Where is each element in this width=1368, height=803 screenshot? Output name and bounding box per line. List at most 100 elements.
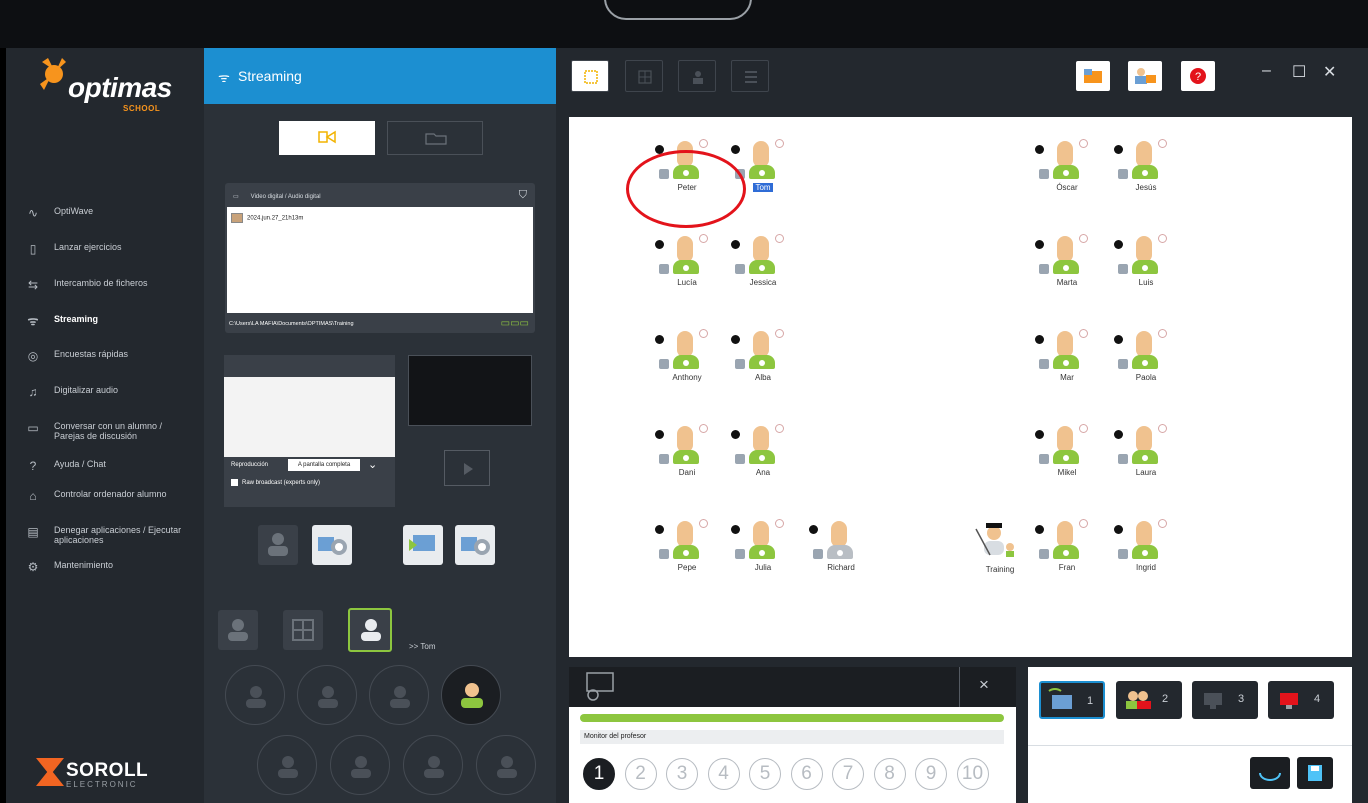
student-laura[interactable]: Laura [1114, 424, 1184, 488]
mic-muted-icon[interactable] [1158, 329, 1167, 338]
sidebar-item-denegar-aplicaciones-ejecutar[interactable]: ▤ Denegar aplicaciones / Ejecutar aplicaci… [26, 525, 181, 545]
stream-tool-4[interactable] [455, 525, 495, 565]
sidebar-item-lanzar-ejercicios[interactable]: ▯ Lanzar ejercicios [26, 242, 122, 256]
sidebar-item-conversar-con-un-alumno[interactable]: ▭ Conversar con un alumno / Parejas de dis… [26, 421, 162, 441]
mic-muted-icon[interactable] [699, 519, 708, 528]
circle-group-8[interactable] [476, 735, 536, 795]
sidebar-item-intercambio-de-ficheros[interactable]: ⇆ Intercambio de ficheros [26, 278, 148, 292]
reproduccion-select[interactable]: A pantalla completa [288, 459, 360, 471]
sidebar-item-controlar-ordenador-alumno[interactable]: ⌂ Controlar ordenador alumno [26, 489, 166, 503]
student-marta[interactable]: Marta [1035, 234, 1105, 298]
monitor-page-1[interactable]: 1 [583, 758, 615, 790]
student-jesús[interactable]: Jesús [1114, 139, 1184, 203]
student-pepe[interactable]: Pepe [655, 519, 725, 583]
student-luis[interactable]: Luis [1114, 234, 1184, 298]
mic-muted-icon[interactable] [699, 329, 708, 338]
view-grid-large[interactable] [571, 60, 609, 92]
mic-muted-icon[interactable] [1079, 424, 1088, 433]
group-button-1[interactable]: 1 [1039, 681, 1105, 719]
tab-files[interactable] [387, 121, 483, 155]
mode-wall[interactable] [283, 610, 323, 650]
student-mikel[interactable]: Mikel [1035, 424, 1105, 488]
view-list[interactable] [731, 60, 769, 92]
sidebar-item-ayuda-chat[interactable]: ? Ayuda / Chat [26, 459, 106, 473]
student-training[interactable]: Training [972, 519, 1042, 583]
monitor-page-2[interactable]: 2 [624, 758, 657, 790]
sidebar-item-mantenimiento[interactable]: ⚙ Mantenimiento [26, 560, 113, 574]
student-paola[interactable]: Paola [1114, 329, 1184, 393]
student-óscar[interactable]: Óscar [1035, 139, 1105, 203]
classroom-settings-button[interactable] [1076, 61, 1110, 91]
student-ingrid[interactable]: Ingrid [1114, 519, 1184, 583]
stream-tool-3[interactable] [403, 525, 443, 565]
sidebar-item-encuestas-rápidas[interactable]: ◎ Encuestas rápidas [26, 349, 128, 363]
mode-all[interactable] [218, 610, 258, 650]
view-student[interactable] [678, 60, 716, 92]
student-jessica[interactable]: Jessica [731, 234, 801, 298]
mic-muted-icon[interactable] [1158, 139, 1167, 148]
monitor-page-5[interactable]: 5 [749, 758, 781, 790]
circle-group-5[interactable] [257, 735, 317, 795]
mic-muted-icon[interactable] [699, 139, 708, 148]
student-ana[interactable]: Ana [731, 424, 801, 488]
monitor-page-9[interactable]: 9 [915, 758, 947, 790]
mic-muted-icon[interactable] [1158, 234, 1167, 243]
monitor-page-6[interactable]: 6 [790, 758, 823, 790]
mode-single-student[interactable] [348, 608, 392, 652]
mic-muted-icon[interactable] [1079, 139, 1088, 148]
chevron-down-icon[interactable]: ⌄ [368, 458, 377, 471]
monitor-page-3[interactable]: 3 [666, 758, 698, 790]
circle-group-7[interactable] [403, 735, 463, 795]
mic-muted-icon[interactable] [699, 234, 708, 243]
monitor-page-4[interactable]: 4 [707, 758, 740, 790]
student-richard[interactable]: Richard [809, 519, 879, 583]
close-button[interactable]: ✕ [1323, 62, 1336, 82]
stream-tool-1[interactable] [258, 525, 298, 565]
help-button[interactable]: ? [1181, 61, 1215, 91]
sidebar-item-digitalizar-audio[interactable]: ♫ Digitalizar audio [26, 385, 119, 399]
maximize-button[interactable]: ☐ [1292, 62, 1306, 82]
group-button-4[interactable]: 4 [1268, 681, 1334, 719]
sidebar-item-streaming[interactable]: ᯤ Streaming [26, 314, 99, 328]
student-fran[interactable]: Fran [1035, 519, 1105, 583]
minimize-button[interactable]: – [1262, 62, 1271, 80]
mic-muted-icon[interactable] [775, 139, 784, 148]
mic-muted-icon[interactable] [775, 424, 784, 433]
users-settings-button[interactable] [1128, 61, 1162, 91]
group-button-2[interactable]: 2 [1116, 681, 1182, 719]
stream-tool-2[interactable] [312, 525, 352, 565]
raw-broadcast-checkbox[interactable]: Raw broadcast (experts only) [231, 479, 320, 486]
student-lucía[interactable]: Lucía [655, 234, 725, 298]
monitor-page-10[interactable]: 10 [956, 758, 989, 790]
mic-muted-icon[interactable] [1079, 234, 1088, 243]
student-dani[interactable]: Dani [655, 424, 725, 488]
mic-muted-icon[interactable] [775, 329, 784, 338]
mic-muted-icon[interactable] [775, 519, 784, 528]
circle-group-1[interactable] [225, 665, 285, 725]
student-alba[interactable]: Alba [731, 329, 801, 393]
mic-muted-icon[interactable] [1158, 519, 1167, 528]
mic-muted-icon[interactable] [1079, 329, 1088, 338]
close-monitor-button[interactable]: × [979, 675, 989, 695]
mic-muted-icon[interactable] [1079, 519, 1088, 528]
circle-group-3[interactable] [369, 665, 429, 725]
monitor-page-7[interactable]: 7 [832, 758, 864, 790]
student-julia[interactable]: Julia [731, 519, 801, 583]
sidebar-item-optiwave[interactable]: ∿ OptiWave [26, 206, 93, 220]
circle-group-4[interactable] [441, 665, 501, 725]
save-button[interactable] [1297, 757, 1333, 789]
circle-group-2[interactable] [297, 665, 357, 725]
filter-icon[interactable]: ⛉ [519, 189, 527, 202]
mic-muted-icon[interactable] [699, 424, 708, 433]
group-button-3[interactable]: 3 [1192, 681, 1258, 719]
play-button[interactable] [444, 450, 490, 486]
tab-broadcast[interactable] [279, 121, 375, 155]
list-item[interactable]: 2024.jun.27_21h13m [231, 213, 303, 223]
monitor-page-8[interactable]: 8 [873, 758, 906, 790]
student-mar[interactable]: Mar [1035, 329, 1105, 393]
folder-actions-icon[interactable]: ▭▭▭ [501, 318, 529, 329]
circle-group-6[interactable] [330, 735, 390, 795]
mic-muted-icon[interactable] [775, 234, 784, 243]
undo-button[interactable] [1250, 757, 1290, 789]
view-grid-small[interactable] [625, 60, 663, 92]
